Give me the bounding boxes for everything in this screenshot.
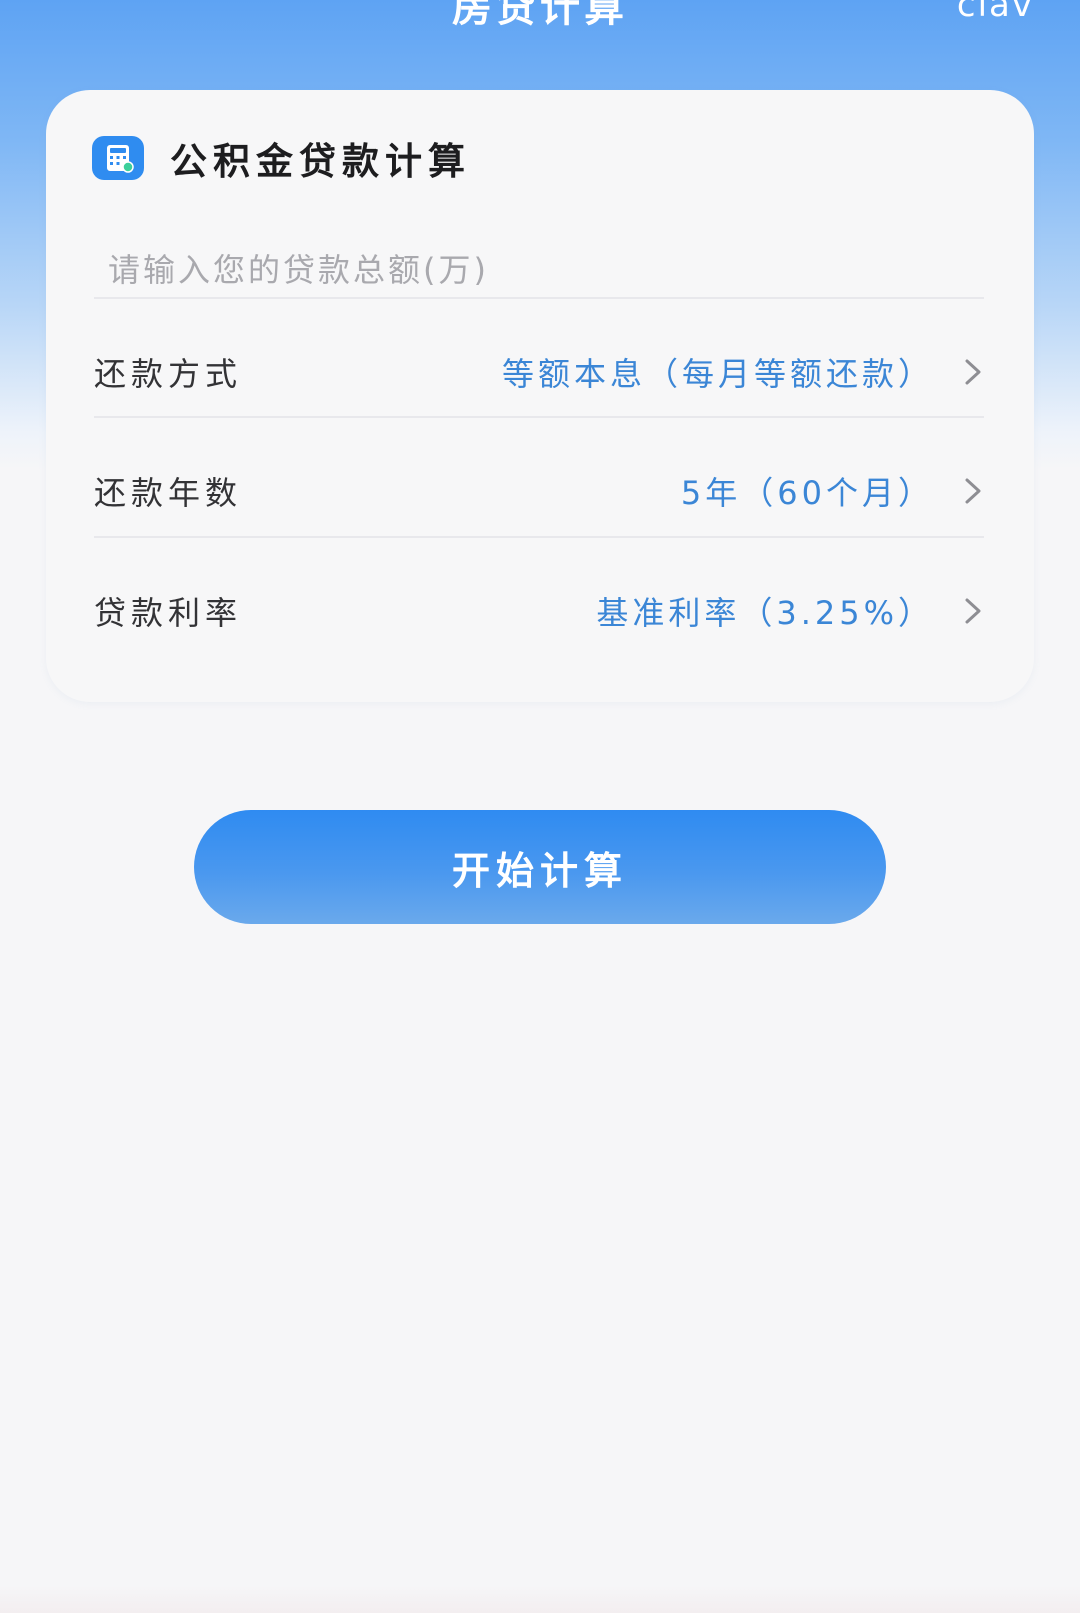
loan-calculator-card: 公积金贷款计算 还款方式 等额本息（每月等额还款） 还款年数 5年（60个月） … [46, 90, 1034, 702]
divider [94, 536, 984, 538]
repayment-method-label: 还款方式 [94, 355, 243, 393]
calculator-icon [92, 136, 144, 180]
repayment-method-value: 等额本息（每月等额还款） [501, 355, 934, 393]
card-title: 公积金贷款计算 [170, 140, 471, 183]
chevron-right-icon [965, 478, 981, 504]
divider [94, 416, 984, 418]
header-right-action[interactable]: clav [957, 0, 1034, 30]
repayment-years-value: 5年（60个月） [680, 474, 934, 512]
repayment-years-label: 还款年数 [94, 474, 243, 512]
repayment-method-row[interactable]: 还款方式 等额本息（每月等额还款） [94, 312, 984, 432]
start-calculation-button[interactable]: 开始计算 [194, 810, 886, 924]
loan-amount-input[interactable] [94, 220, 984, 320]
chevron-right-icon [965, 359, 981, 385]
interest-rate-row[interactable]: 贷款利率 基准利率（3.25%） [94, 551, 984, 671]
card-header: 公积金贷款计算 [92, 130, 471, 186]
interest-rate-label: 贷款利率 [94, 594, 243, 632]
repayment-years-row[interactable]: 还款年数 5年（60个月） [94, 431, 984, 551]
bottom-bar [0, 1585, 1080, 1613]
interest-rate-value: 基准利率（3.25%） [596, 594, 934, 632]
page-title: 房贷计算 [452, 0, 628, 31]
chevron-right-icon [965, 598, 981, 624]
divider [94, 297, 984, 299]
